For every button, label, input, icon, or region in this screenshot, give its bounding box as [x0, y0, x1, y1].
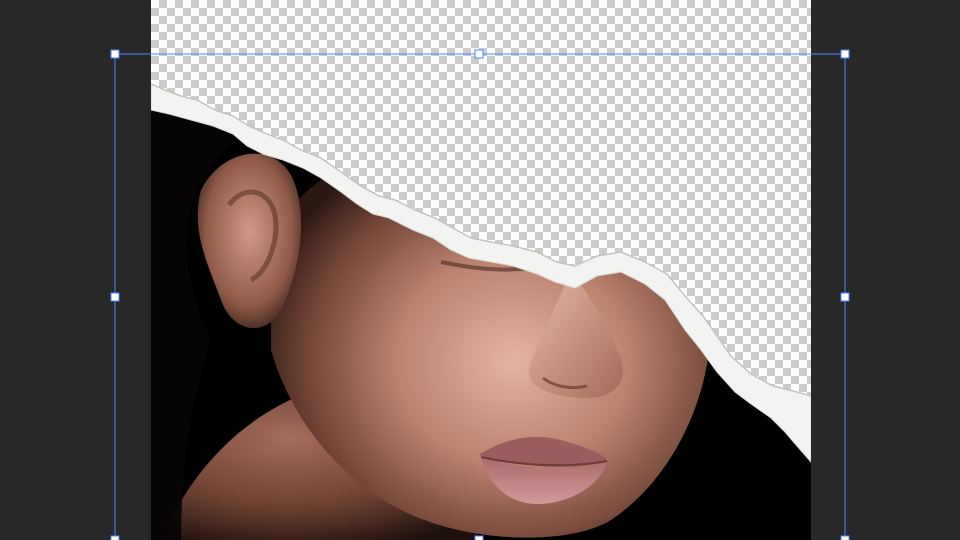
photo-layer[interactable]: [151, 0, 811, 540]
handle-middle-right[interactable]: [840, 292, 850, 302]
handle-top-center[interactable]: [474, 49, 484, 59]
document-canvas[interactable]: [151, 0, 811, 540]
handle-bottom-right[interactable]: [840, 535, 850, 540]
handle-middle-left[interactable]: [110, 292, 120, 302]
handle-bottom-left[interactable]: [110, 535, 120, 540]
handle-top-left[interactable]: [110, 49, 120, 59]
portrait-image: [151, 108, 811, 540]
handle-top-right[interactable]: [840, 49, 850, 59]
pasteboard[interactable]: [0, 0, 960, 540]
handle-bottom-center[interactable]: [474, 535, 484, 540]
